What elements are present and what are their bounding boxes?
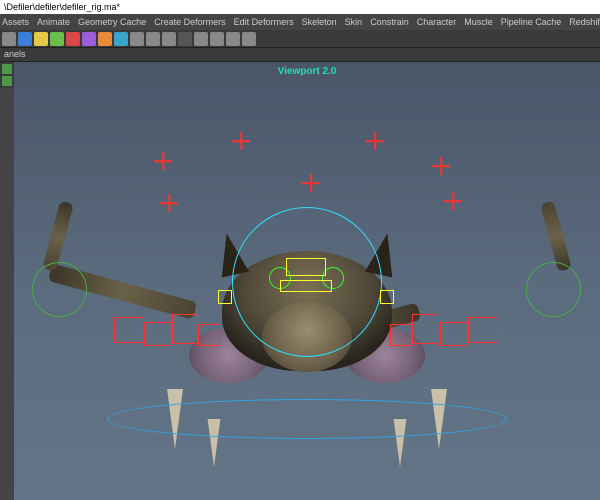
view-move-icon[interactable] <box>2 76 12 86</box>
menu-create-deformers[interactable]: Create Deformers <box>154 17 226 27</box>
menu-assets[interactable]: Assets <box>2 17 29 27</box>
global-control-circle[interactable] <box>107 399 507 439</box>
menu-pipeline-cache[interactable]: Pipeline Cache <box>501 17 562 27</box>
leg-fore-right <box>540 201 572 272</box>
menu-character[interactable]: Character <box>417 17 457 27</box>
menu-edit-deformers[interactable]: Edit Deformers <box>234 17 294 27</box>
main-menu-bar: Assets Animate Geometry Cache Create Def… <box>0 14 600 30</box>
shelf-cube-icon[interactable] <box>114 32 128 46</box>
menu-constrain[interactable]: Constrain <box>370 17 409 27</box>
shelf-sphere-green-icon[interactable] <box>50 32 64 46</box>
head <box>262 302 352 372</box>
menu-redshift[interactable]: Redshift <box>569 17 600 27</box>
shelf-sphere-purple-icon[interactable] <box>82 32 96 46</box>
shelf-dot-orange-icon[interactable] <box>98 32 112 46</box>
shelf-box-icon[interactable] <box>194 32 208 46</box>
menu-skin[interactable]: Skin <box>345 17 363 27</box>
horn-right <box>365 231 401 278</box>
viewport-3d[interactable]: Viewport 2.0 <box>14 62 600 500</box>
horn-left <box>213 231 249 278</box>
window-title-path: \Defiler\defiler\defiler_rig.ma* <box>4 2 120 12</box>
menu-skeleton[interactable]: Skeleton <box>302 17 337 27</box>
shelf-gear-2-icon[interactable] <box>162 32 176 46</box>
shelf-gear-1-icon[interactable] <box>146 32 160 46</box>
view-select-icon[interactable] <box>2 64 12 74</box>
viewport-left-toolbar <box>0 62 14 88</box>
leg-fore-left <box>43 201 75 272</box>
menu-geometry-cache[interactable]: Geometry Cache <box>78 17 146 27</box>
menu-animate[interactable]: Animate <box>37 17 70 27</box>
menu-muscle[interactable]: Muscle <box>464 17 493 27</box>
shelf-sphere-red-icon[interactable] <box>66 32 80 46</box>
shelf-link-icon[interactable] <box>226 32 240 46</box>
shelf-film-icon[interactable] <box>18 32 32 46</box>
shelf-sphere-yellow-icon[interactable] <box>34 32 48 46</box>
tool-shelf <box>0 30 600 48</box>
shelf-arrow-icon[interactable] <box>2 32 16 46</box>
creature-mesh <box>27 137 587 437</box>
shelf-grid-icon[interactable] <box>210 32 224 46</box>
shelf-share-icon[interactable] <box>242 32 256 46</box>
shelf-sep-icon <box>178 32 192 46</box>
panels-label[interactable]: anels <box>0 48 600 62</box>
window-title-bar: \Defiler\defiler\defiler_rig.ma* <box>0 0 600 14</box>
shelf-key-icon[interactable] <box>130 32 144 46</box>
leg-upper-left <box>48 263 198 319</box>
viewport-renderer-label: Viewport 2.0 <box>278 66 337 77</box>
